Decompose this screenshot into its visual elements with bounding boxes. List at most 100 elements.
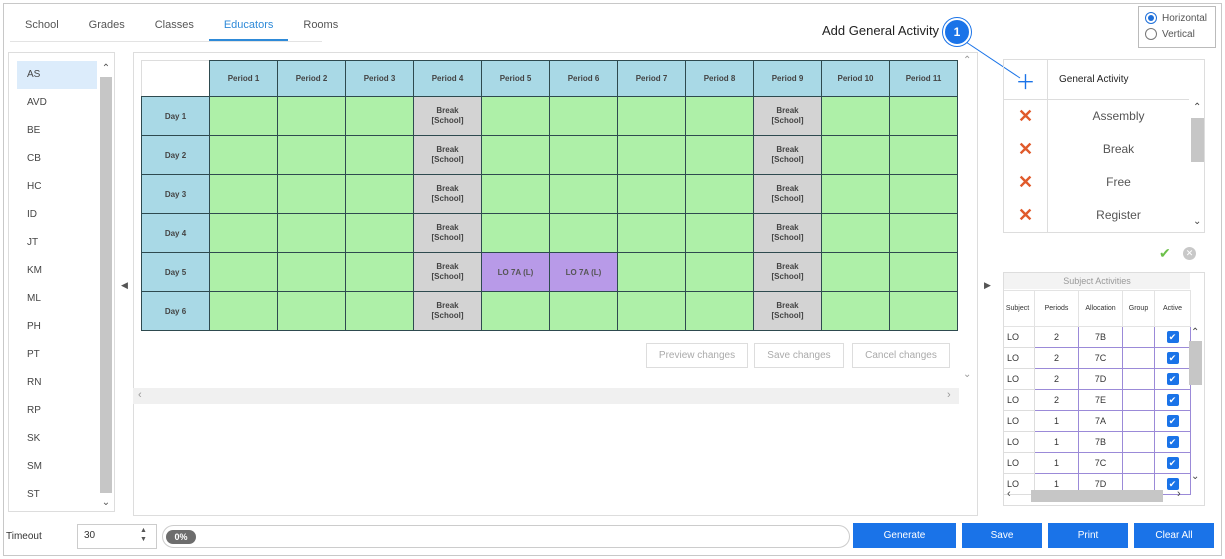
active-checkbox[interactable]: ✔ [1166,394,1179,406]
list-item[interactable]: SM [17,453,97,481]
free-slot[interactable] [209,291,278,331]
general-activity-item[interactable]: ✕ Assembly [1004,100,1189,133]
free-slot[interactable] [345,252,414,292]
allocation-cell[interactable]: 7C [1078,347,1123,369]
subject-activities-horizontal-scrollbar[interactable]: ‹ › [1003,488,1189,504]
free-slot[interactable] [481,96,550,136]
lesson-slot[interactable]: LO 7A (L) [481,252,550,292]
list-item[interactable]: ST [17,481,97,509]
free-slot[interactable] [277,252,346,292]
scroll-down-icon[interactable]: ⌄ [963,369,971,380]
free-slot[interactable] [549,96,618,136]
column-header-periods[interactable]: Periods [1034,290,1079,327]
educator-list-scrollbar[interactable]: ⌃ ⌄ [99,61,113,509]
break-slot[interactable]: Break [School] [413,96,482,136]
scroll-right-icon[interactable]: › [947,389,951,401]
group-cell[interactable] [1122,452,1155,474]
free-slot[interactable] [345,213,414,253]
free-slot[interactable] [821,213,890,253]
free-slot[interactable] [617,213,686,253]
free-slot[interactable] [617,252,686,292]
free-slot[interactable] [209,252,278,292]
free-slot[interactable] [821,135,890,175]
scroll-down-icon[interactable]: ⌄ [99,497,113,508]
scroll-down-icon[interactable]: ⌄ [1193,216,1201,227]
free-slot[interactable] [277,291,346,331]
scroll-up-icon[interactable]: ⌃ [99,63,113,74]
allocation-cell[interactable]: 7E [1078,389,1123,411]
print-button[interactable]: Print [1048,523,1128,548]
group-cell[interactable] [1122,326,1155,348]
break-slot[interactable]: Break [School] [753,174,822,214]
active-checkbox[interactable]: ✔ [1166,331,1179,343]
table-row[interactable]: LO 2 7D ✔ [1004,368,1191,390]
column-header-group[interactable]: Group [1122,290,1155,327]
scrollbar-thumb[interactable] [1189,341,1202,385]
column-header-allocation[interactable]: Allocation [1078,290,1123,327]
list-item[interactable]: PT [17,341,97,369]
free-slot[interactable] [685,213,754,253]
free-slot[interactable] [345,96,414,136]
break-slot[interactable]: Break [School] [753,135,822,175]
free-slot[interactable] [889,213,958,253]
preview-changes-button[interactable]: Preview changes [646,343,748,368]
break-slot[interactable]: Break [School] [753,291,822,331]
free-slot[interactable] [209,135,278,175]
break-slot[interactable]: Break [School] [413,291,482,331]
scrollbar-thumb[interactable] [1031,490,1163,502]
table-row[interactable]: LO 2 7B ✔ [1004,326,1191,348]
periods-cell[interactable]: 1 [1034,431,1079,453]
general-activity-item[interactable]: ✕ Break [1004,133,1189,166]
break-slot[interactable]: Break [School] [753,96,822,136]
scroll-up-icon[interactable]: ⌃ [1193,102,1201,113]
list-item[interactable]: AVD [17,89,97,117]
free-slot[interactable] [481,174,550,214]
list-item[interactable]: PH [17,313,97,341]
scroll-left-icon[interactable]: ‹ [1007,488,1011,500]
scrollbar-thumb[interactable] [100,77,112,493]
free-slot[interactable] [617,135,686,175]
free-slot[interactable] [345,135,414,175]
group-cell[interactable] [1122,389,1155,411]
cancel-changes-button[interactable]: Cancel changes [852,343,950,368]
table-row[interactable]: LO 2 7C ✔ [1004,347,1191,369]
column-header-active[interactable]: Active [1154,290,1191,327]
list-item[interactable]: ML [17,285,97,313]
column-header-subject[interactable]: Subject [1004,290,1035,327]
general-activity-item[interactable]: ✕ Register [1004,199,1189,232]
free-slot[interactable] [889,291,958,331]
allocation-cell[interactable]: 7B [1078,431,1123,453]
free-slot[interactable] [549,174,618,214]
free-slot[interactable] [549,213,618,253]
list-item[interactable]: CB [17,145,97,173]
table-row[interactable]: LO 1 7B ✔ [1004,431,1191,453]
table-row[interactable]: LO 1 7C ✔ [1004,452,1191,474]
cancel-circle-icon[interactable]: ✕ [1183,247,1196,260]
free-slot[interactable] [549,135,618,175]
scroll-down-icon[interactable]: ⌄ [1191,471,1199,482]
free-slot[interactable] [481,291,550,331]
free-slot[interactable] [617,174,686,214]
periods-cell[interactable]: 2 [1034,368,1079,390]
list-item[interactable]: RP [17,397,97,425]
group-cell[interactable] [1122,368,1155,390]
list-item[interactable]: HC [17,173,97,201]
periods-cell[interactable]: 2 [1034,326,1079,348]
scrollbar-thumb[interactable] [1191,118,1204,162]
periods-cell[interactable]: 1 [1034,452,1079,474]
free-slot[interactable] [889,135,958,175]
add-general-activity-button[interactable]: ＋ [1004,60,1048,100]
group-cell[interactable] [1122,347,1155,369]
remove-activity-button[interactable]: ✕ [1004,166,1048,199]
free-slot[interactable] [345,174,414,214]
allocation-cell[interactable]: 7D [1078,368,1123,390]
free-slot[interactable] [617,291,686,331]
free-slot[interactable] [209,174,278,214]
free-slot[interactable] [685,96,754,136]
free-slot[interactable] [821,252,890,292]
active-checkbox[interactable]: ✔ [1166,457,1179,469]
list-item[interactable]: JT [17,229,97,257]
confirm-check-icon[interactable]: ✔ [1159,245,1171,262]
free-slot[interactable] [821,96,890,136]
allocation-cell[interactable]: 7A [1078,410,1123,432]
